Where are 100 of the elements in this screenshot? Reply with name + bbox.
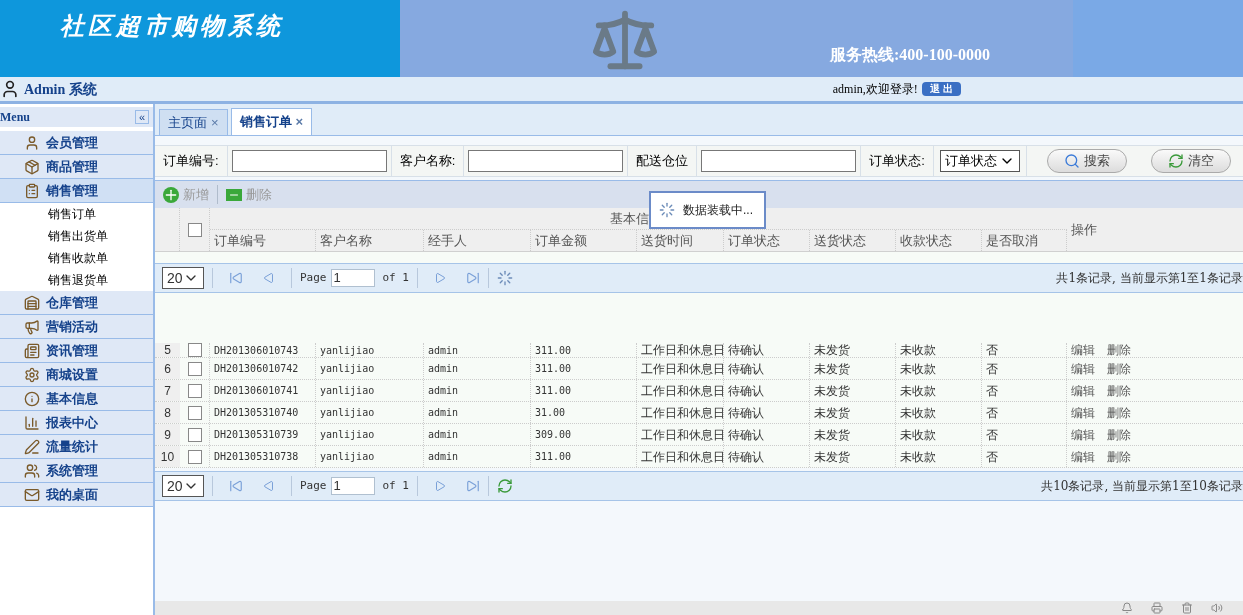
table-cell: DH201305310740 bbox=[210, 402, 316, 423]
column-header[interactable]: 客户名称 bbox=[316, 229, 424, 251]
input-field[interactable] bbox=[701, 150, 857, 172]
table-cell: admin bbox=[424, 446, 531, 467]
table-cell: 否 bbox=[982, 424, 1067, 445]
next-page-icon[interactable] bbox=[434, 272, 446, 284]
column-header[interactable]: 订单金额 bbox=[531, 229, 637, 251]
table-cell: 工作日和休息日 bbox=[637, 380, 724, 401]
row-checkbox[interactable] bbox=[187, 343, 202, 357]
page-size-select[interactable]: 20 bbox=[162, 267, 204, 289]
row-number: 8 bbox=[155, 402, 180, 423]
menu-item[interactable]: 商城设置 bbox=[0, 363, 153, 387]
loading-icon bbox=[659, 202, 675, 218]
search-button[interactable]: 搜索 bbox=[1046, 149, 1127, 173]
menu-item[interactable]: 基本信息 bbox=[0, 387, 153, 411]
edit-link[interactable]: 编辑 bbox=[1071, 359, 1095, 378]
menu-item[interactable]: 报表中心 bbox=[0, 411, 153, 435]
previous-page-icon[interactable] bbox=[263, 480, 275, 492]
menu-item[interactable]: 商品管理 bbox=[0, 155, 153, 179]
input-field[interactable] bbox=[468, 150, 624, 172]
row-checkbox[interactable] bbox=[187, 383, 202, 398]
menu-item[interactable]: 会员管理 bbox=[0, 131, 153, 155]
menu-item[interactable]: 营销活动 bbox=[0, 315, 153, 339]
last-page-icon[interactable] bbox=[466, 271, 480, 285]
table-cell: 工作日和休息日 bbox=[637, 343, 724, 357]
edit-link[interactable]: 编辑 bbox=[1071, 425, 1095, 444]
trash-icon[interactable] bbox=[1181, 602, 1193, 614]
refresh-icon[interactable] bbox=[497, 478, 513, 494]
table-cell: 工作日和休息日 bbox=[637, 402, 724, 423]
page-input[interactable]: 1 bbox=[330, 477, 375, 495]
delete-link[interactable]: 删除 bbox=[1107, 341, 1131, 359]
table-cell: yanlijiao bbox=[316, 446, 424, 467]
table-cell: yanlijiao bbox=[316, 358, 424, 379]
edit-link[interactable]: 编辑 bbox=[1071, 403, 1095, 422]
mail-icon bbox=[24, 486, 40, 503]
delete-link[interactable]: 删除 bbox=[1107, 447, 1131, 466]
page-size-select[interactable]: 20 bbox=[162, 475, 204, 497]
table-cell: admin bbox=[424, 358, 531, 379]
field-label: 订单编号: bbox=[155, 146, 228, 176]
submenu-item[interactable]: 销售出货单 bbox=[48, 227, 108, 245]
tab[interactable]: 销售订单 × bbox=[230, 108, 313, 135]
page-label: Page bbox=[300, 477, 327, 494]
column-header[interactable]: 是否取消 bbox=[982, 229, 1067, 251]
column-header[interactable]: 送货时间 bbox=[637, 229, 724, 251]
edit-link[interactable]: 编辑 bbox=[1071, 447, 1095, 466]
select-all-checkbox[interactable] bbox=[187, 222, 202, 237]
first-page-icon[interactable] bbox=[229, 479, 243, 493]
previous-page-icon[interactable] bbox=[263, 272, 275, 284]
table-cell: 未发货 bbox=[810, 380, 896, 401]
tab[interactable]: 主页面 × bbox=[159, 109, 228, 135]
column-header[interactable]: 订单状态 bbox=[724, 229, 810, 251]
collapse-button[interactable]: « bbox=[135, 110, 149, 124]
next-page-icon[interactable] bbox=[434, 480, 446, 492]
menu-item[interactable]: 我的桌面 bbox=[0, 483, 153, 507]
edit-link[interactable]: 编辑 bbox=[1071, 381, 1095, 400]
column-header[interactable]: 操作 bbox=[1067, 208, 1243, 251]
table-cell: admin bbox=[424, 380, 531, 401]
column-header[interactable]: 经手人 bbox=[424, 229, 531, 251]
table-cell: 工作日和休息日 bbox=[637, 446, 724, 467]
loading-text: 数据装载中... bbox=[683, 202, 753, 219]
clear-button[interactable]: 清空 bbox=[1150, 149, 1231, 173]
delete-link[interactable]: 删除 bbox=[1107, 381, 1131, 400]
row-checkbox[interactable] bbox=[187, 405, 202, 420]
status-select[interactable]: 订单状态 bbox=[939, 150, 1020, 172]
row-checkbox[interactable] bbox=[187, 449, 202, 464]
column-header[interactable]: 送货状态 bbox=[810, 229, 896, 251]
submenu-item[interactable]: 销售退货单 bbox=[48, 271, 108, 289]
menu-item[interactable]: 资讯管理 bbox=[0, 339, 153, 363]
first-page-icon[interactable] bbox=[229, 271, 243, 285]
people-icon bbox=[24, 462, 40, 479]
table-cell: 311.00 bbox=[531, 446, 637, 467]
submenu-item[interactable]: 销售收款单 bbox=[48, 249, 108, 267]
speaker-icon[interactable] bbox=[1211, 602, 1223, 614]
page-count: of 1 bbox=[382, 477, 409, 494]
table-cell: yanlijiao bbox=[316, 424, 424, 445]
bell-icon[interactable] bbox=[1121, 602, 1133, 614]
delete-link[interactable]: 删除 bbox=[1107, 403, 1131, 422]
column-header[interactable]: 收款状态 bbox=[896, 229, 982, 251]
table-cell: admin bbox=[424, 343, 531, 357]
row-checkbox[interactable] bbox=[187, 361, 202, 376]
delete-link[interactable]: 删除 bbox=[1107, 425, 1131, 444]
submenu-item[interactable]: 销售订单 bbox=[48, 205, 96, 223]
page-input[interactable]: 1 bbox=[330, 269, 375, 287]
menu-item[interactable]: 流量统计 bbox=[0, 435, 153, 459]
delete-link[interactable]: 删除 bbox=[1107, 359, 1131, 378]
menu-item[interactable]: 销售管理 bbox=[0, 179, 153, 203]
menu-item[interactable]: 系统管理 bbox=[0, 459, 153, 483]
table-cell: 未收款 bbox=[896, 380, 982, 401]
input-field[interactable] bbox=[231, 150, 387, 172]
last-page-icon[interactable] bbox=[466, 479, 480, 493]
row-number: 5 bbox=[155, 343, 180, 357]
loading-icon bbox=[497, 270, 513, 286]
edit-link[interactable]: 编辑 bbox=[1071, 341, 1095, 359]
welcome-text: admin,欢迎登录! bbox=[832, 81, 918, 98]
person-icon bbox=[24, 134, 40, 151]
logout-button[interactable]: 退 出 bbox=[921, 82, 961, 96]
column-header[interactable]: 订单编号 bbox=[210, 229, 316, 251]
printer-icon[interactable] bbox=[1151, 602, 1163, 614]
row-checkbox[interactable] bbox=[187, 427, 202, 442]
menu-item[interactable]: 仓库管理 bbox=[0, 291, 153, 315]
